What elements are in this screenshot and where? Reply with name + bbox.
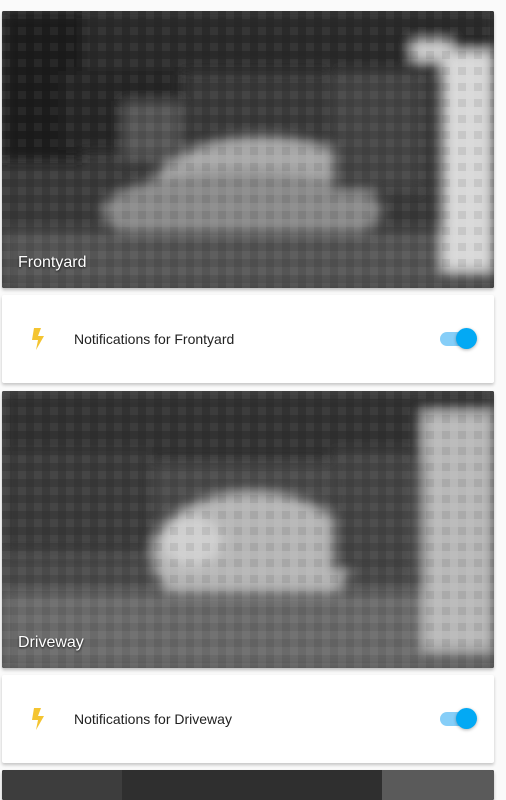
notification-label: Notifications for Frontyard [74,331,235,347]
camera-snapshot [2,11,494,288]
toggle-thumb [456,708,477,729]
bolt-icon [32,708,44,730]
notification-toggle-frontyard[interactable] [440,327,478,351]
camera-card-partial[interactable] [2,770,494,800]
notification-card-frontyard: Notifications for Frontyard [2,295,494,383]
notification-label: Notifications for Driveway [74,711,232,727]
toggle-thumb [456,328,477,349]
camera-title: Frontyard [18,254,87,271]
camera-card-frontyard[interactable]: Frontyard [2,11,494,288]
notification-toggle-driveway[interactable] [440,707,478,731]
camera-title: Driveway [18,634,84,651]
camera-snapshot [2,391,494,668]
camera-snapshot [2,770,494,800]
notification-card-driveway: Notifications for Driveway [2,675,494,763]
bolt-icon [32,328,44,350]
camera-card-driveway[interactable]: Driveway [2,391,494,668]
